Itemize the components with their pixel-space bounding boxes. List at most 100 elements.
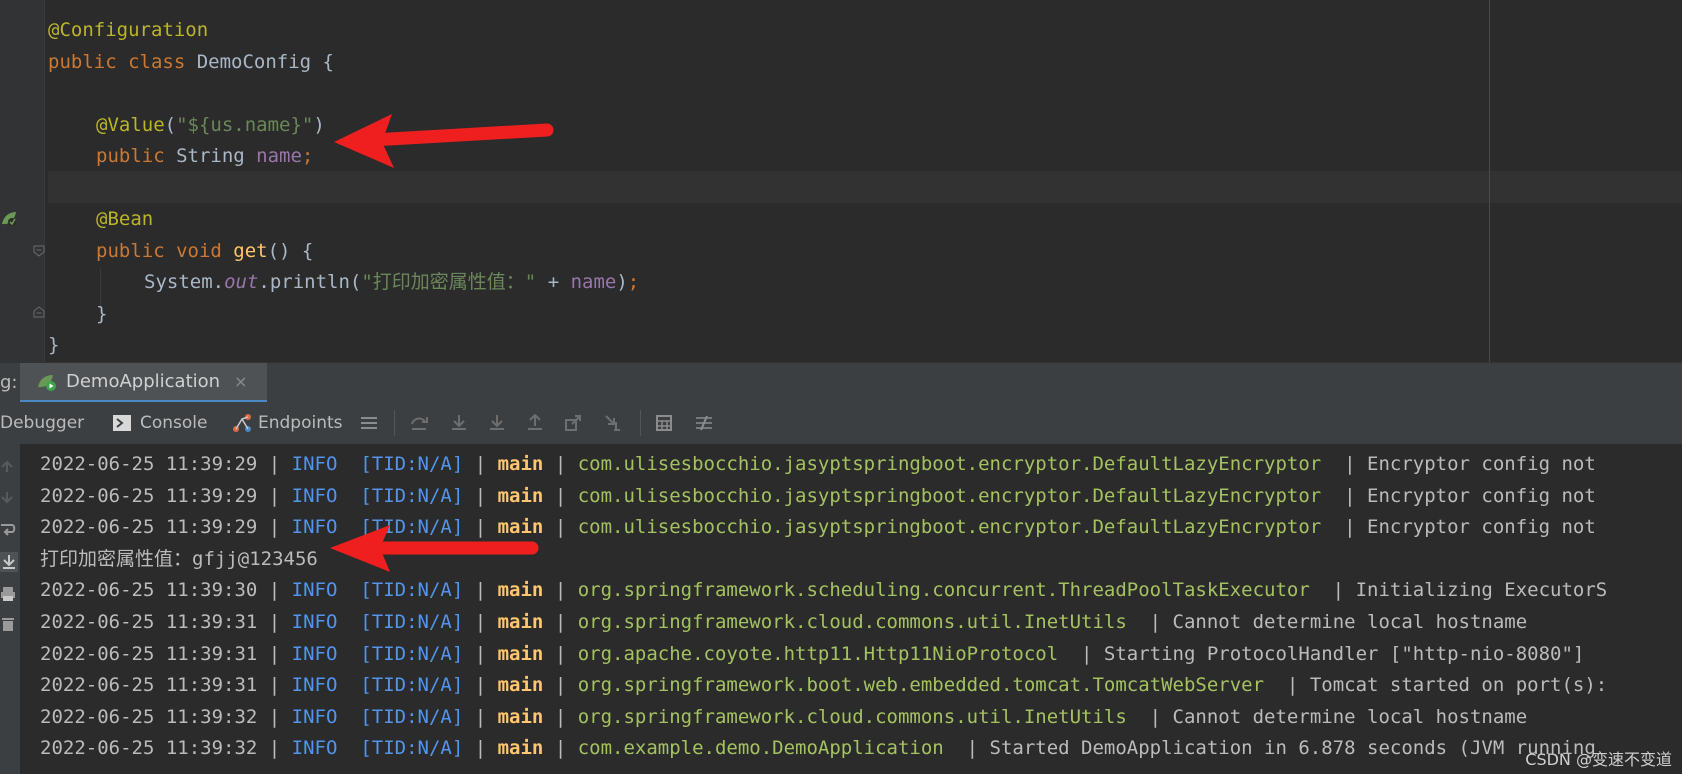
log-class: org.springframework.scheduling.concurren… <box>577 579 1310 602</box>
run-to-cursor-icon[interactable] <box>604 414 622 432</box>
right-margin-guide <box>1489 0 1490 362</box>
log-timestamp: 2022-06-25 11:39:29 <box>40 516 258 539</box>
fold-icon[interactable] <box>33 306 45 318</box>
spring-run-icon <box>38 374 56 391</box>
log-class: com.ulisesbocchio.jasyptspringboot.encry… <box>577 484 1322 507</box>
log-level: INFO <box>291 611 338 633</box>
code-line: } <box>48 333 59 357</box>
log-separator: | <box>543 453 578 475</box>
console-output[interactable]: 2022-06-25 11:39:29 | INFO [TID:N/A] | m… <box>0 444 1682 774</box>
tab-endpoints-label: Endpoints <box>258 413 343 433</box>
run-tab-demoapplication[interactable]: DemoApplication × <box>20 363 268 403</box>
code-token: System. <box>144 271 225 293</box>
log-timestamp: 2022-06-25 11:39:32 <box>40 737 258 760</box>
code-token: DemoConfig { <box>196 50 334 73</box>
code-token: ) <box>313 113 325 136</box>
log-separator: | <box>1058 642 1104 665</box>
log-tid: [TID:N/A] <box>360 737 464 760</box>
log-level: INFO <box>291 579 338 602</box>
log-thread: main <box>497 674 544 697</box>
scroll-up-icon[interactable] <box>0 460 14 474</box>
log-separator <box>337 643 360 665</box>
menu-icon[interactable] <box>360 414 378 432</box>
close-icon[interactable]: × <box>234 372 247 391</box>
drop-frame-icon[interactable] <box>564 414 582 432</box>
step-out-icon[interactable] <box>526 414 544 432</box>
log-tid: [TID:N/A] <box>360 705 464 728</box>
code-token: } <box>96 302 108 325</box>
console-gutter <box>0 444 20 774</box>
log-tid: [TID:N/A] <box>360 516 464 539</box>
trash-icon[interactable] <box>0 616 16 632</box>
log-thread: main <box>497 737 544 760</box>
log-tid: [TID:N/A] <box>360 611 464 633</box>
code-token: out <box>224 271 259 293</box>
code-line: @Configuration <box>48 18 208 42</box>
log-separator <box>337 485 360 507</box>
log-separator: | <box>463 579 498 602</box>
console-output-line: 打印加密属性值：gfjj@123456 <box>40 547 318 571</box>
code-line: System.out.println("打印加密属性值：" + name); <box>144 270 639 294</box>
log-level: INFO <box>291 516 338 539</box>
printed-value: 打印加密属性值：gfjj@123456 <box>40 547 318 570</box>
log-separator: | <box>543 674 578 697</box>
log-separator: | <box>543 516 578 539</box>
step-into-icon[interactable] <box>450 414 468 432</box>
log-line: 2022-06-25 11:39:29 | INFO [TID:N/A] | m… <box>40 484 1596 508</box>
log-timestamp: 2022-06-25 11:39:29 <box>40 484 258 507</box>
log-message: Cannot determine local hostname <box>1172 611 1528 633</box>
log-thread: main <box>497 642 544 665</box>
log-separator: | <box>1321 453 1368 475</box>
tab-endpoints[interactable]: Endpoints <box>232 402 343 444</box>
log-separator: | <box>257 642 292 665</box>
log-separator <box>337 611 360 633</box>
log-separator: | <box>257 516 292 539</box>
log-timestamp: 2022-06-25 11:39:29 <box>40 453 258 475</box>
spring-bean-icon[interactable] <box>0 208 18 228</box>
code-token: ) <box>616 271 628 293</box>
log-separator <box>337 674 360 696</box>
log-message: Cannot determine local hostname <box>1172 705 1528 728</box>
run-tool-window-tabs: g: DemoApplication × <box>0 362 1682 403</box>
log-message: Tomcat started on port(s): <box>1309 674 1608 697</box>
step-over-icon[interactable] <box>410 414 428 432</box>
code-editor[interactable]: @Configuration public class DemoConfig {@… <box>0 0 1682 362</box>
log-separator <box>337 737 360 759</box>
evaluate-icon[interactable] <box>655 414 673 432</box>
toolbar-separator <box>394 410 395 436</box>
code-line: public void get() { <box>96 239 313 263</box>
log-class: org.apache.coyote.http11.Http11NioProtoc… <box>577 642 1059 665</box>
run-label: g: <box>0 372 18 393</box>
code-token: @Configuration <box>48 19 209 41</box>
log-thread: main <box>497 453 544 475</box>
soft-wrap-icon[interactable] <box>0 522 16 538</box>
code-token: () { <box>267 239 314 262</box>
scroll-end-icon[interactable] <box>0 552 18 572</box>
print-icon[interactable] <box>0 586 16 602</box>
code-token: name <box>570 271 617 293</box>
log-separator: | <box>543 611 578 633</box>
log-separator: | <box>543 579 578 602</box>
trace-icon[interactable] <box>695 414 713 432</box>
tab-console[interactable]: Console <box>112 402 208 444</box>
log-thread: main <box>497 705 544 728</box>
log-separator: | <box>1126 705 1173 728</box>
log-message: Starting ProtocolHandler ["http-nio-8080… <box>1103 642 1585 665</box>
toolbar-separator <box>640 410 641 436</box>
log-separator: | <box>463 737 498 760</box>
log-message: Initializing ExecutorS <box>1355 579 1608 602</box>
log-class: com.example.demo.DemoApplication <box>577 737 944 760</box>
code-token: "${us.name}" <box>176 113 314 136</box>
log-separator: | <box>543 484 578 507</box>
log-level: INFO <box>291 737 338 760</box>
log-separator: | <box>463 705 498 728</box>
log-separator: | <box>463 642 498 665</box>
force-step-into-icon[interactable] <box>488 414 506 432</box>
tab-debugger[interactable]: Debugger <box>0 402 84 444</box>
log-thread: main <box>497 484 544 507</box>
scroll-down-icon[interactable] <box>0 490 14 504</box>
fold-icon[interactable] <box>33 245 45 257</box>
tab-debugger-label: Debugger <box>0 413 85 433</box>
log-message: Started DemoApplication in 6.878 seconds… <box>989 737 1596 760</box>
log-level: INFO <box>291 674 338 697</box>
